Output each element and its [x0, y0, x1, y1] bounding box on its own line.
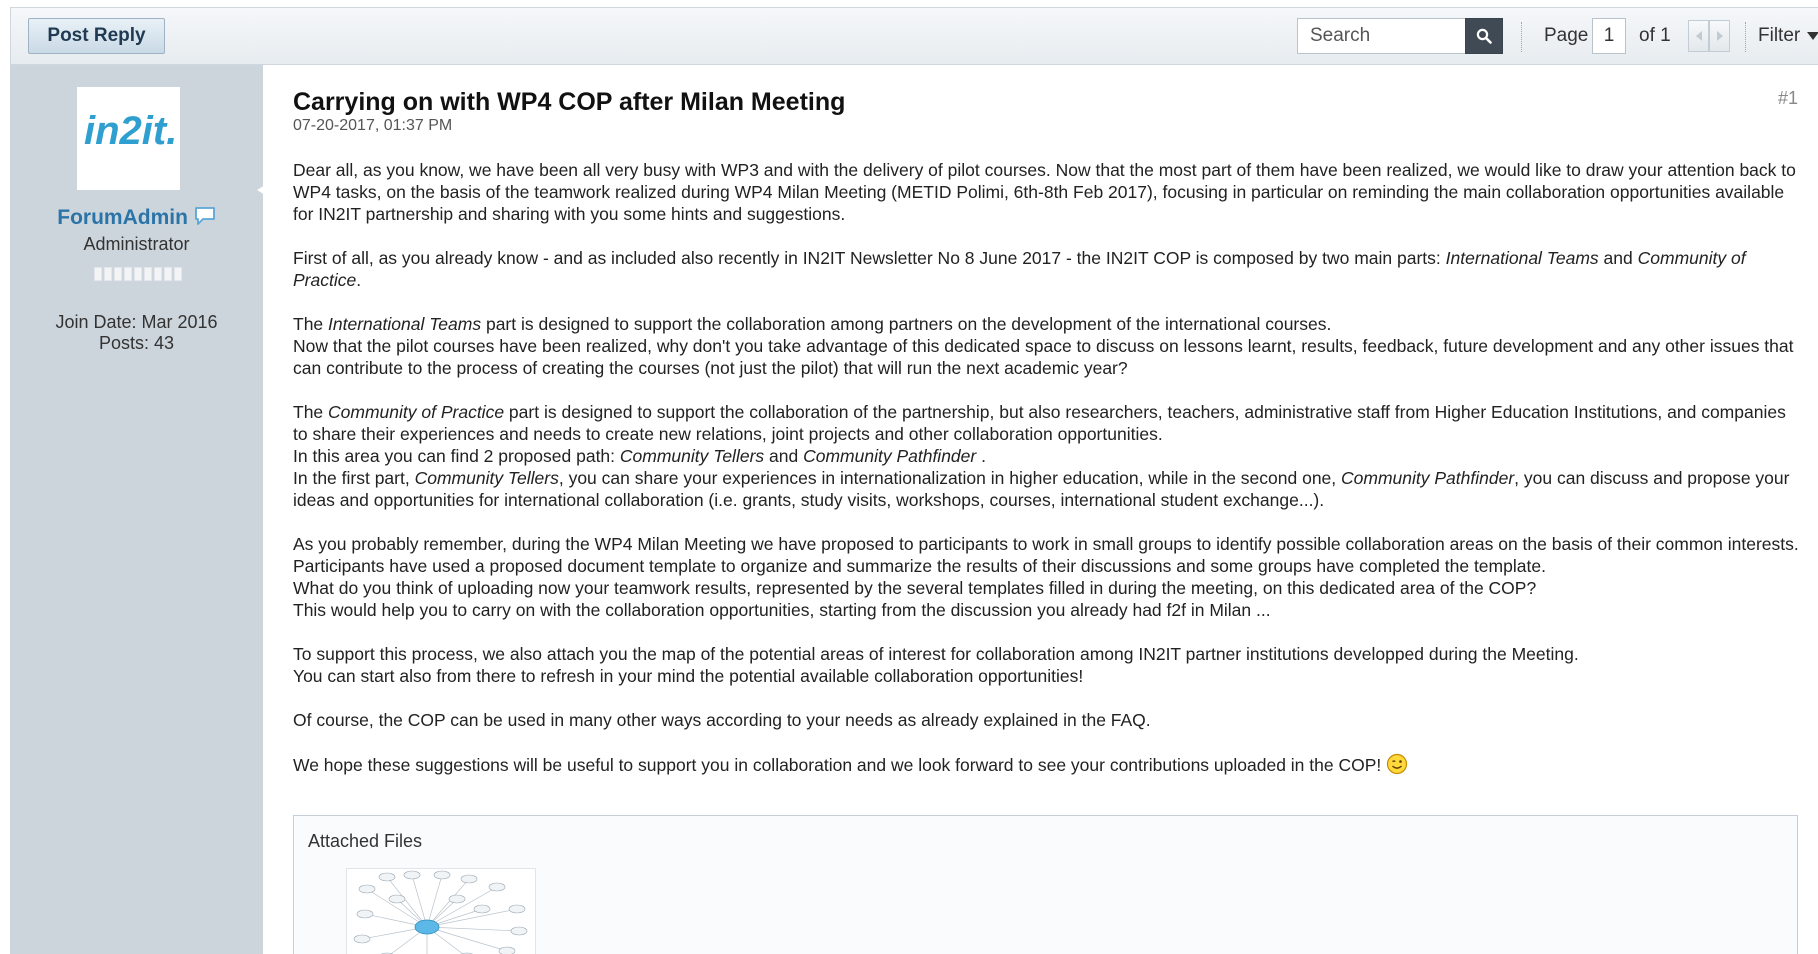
paragraph: Dear all, as you know, we have been all … [293, 160, 1796, 224]
paragraph: First of all, as you already know - and … [293, 248, 1746, 290]
post-body: Dear all, as you know, we have been all … [293, 159, 1803, 776]
post-number-link[interactable]: #1 [1778, 88, 1798, 109]
caret-down-icon [1807, 32, 1818, 40]
paragraph: To support this process, we also attach … [293, 644, 1579, 686]
filter-dropdown[interactable]: Filter [1758, 25, 1818, 47]
page-total: of 1 [1639, 25, 1671, 46]
join-date: Join Date: Mar 2016 [55, 312, 218, 332]
page-label: Page [1544, 25, 1589, 46]
attached-files-panel: Attached Files [293, 815, 1798, 954]
paragraph: As you probably remember, during the WP4… [293, 534, 1799, 620]
chat-bubble-icon[interactable] [194, 206, 216, 226]
attached-files-label: Attached Files [308, 831, 423, 851]
post-date: 07-20-2017, 01:37 PM [293, 117, 453, 134]
user-info-sidebar: in2it. ForumAdmin Administrator Join Dat… [10, 65, 273, 954]
post-reply-button[interactable]: Post Reply [28, 18, 165, 54]
svg-text:in2it.: in2it. [84, 109, 177, 153]
user-title: Administrator [83, 234, 190, 254]
chevron-right-icon [1716, 31, 1723, 41]
filter-label: Filter [1758, 25, 1801, 46]
attachment-thumbnail[interactable] [346, 868, 536, 954]
toolbar-divider [1745, 22, 1746, 52]
post-content: Carrying on with WP4 COP after Milan Mee… [263, 65, 1818, 954]
chevron-left-icon [1695, 31, 1702, 41]
thread-toolbar: Post Reply Page of 1 Filter [10, 7, 1818, 65]
search-icon [1476, 28, 1492, 44]
wink-smiley-icon [1387, 753, 1408, 775]
previous-page-button[interactable] [1688, 20, 1709, 52]
username-row: ForumAdmin [10, 206, 263, 230]
reputation-bar [94, 267, 186, 281]
search-input[interactable] [1297, 18, 1465, 54]
in2it-logo: in2it. [84, 109, 177, 153]
username-link[interactable]: ForumAdmin [57, 206, 188, 229]
paragraph: The Community of Practice part is design… [293, 402, 1790, 510]
paragraph: We hope these suggestions will be useful… [293, 753, 1803, 776]
paragraph: Of course, the COP can be used in many o… [293, 710, 1151, 730]
mind-map-thumbnail-image [353, 870, 528, 954]
search-button[interactable] [1465, 18, 1503, 54]
avatar[interactable]: in2it. [77, 87, 180, 190]
next-page-button[interactable] [1709, 20, 1730, 52]
post-title: Carrying on with WP4 COP after Milan Mee… [293, 88, 846, 116]
post-count: Posts: 43 [98, 333, 175, 353]
page-number-input[interactable] [1592, 18, 1626, 54]
paragraph: The International Teams part is designed… [293, 314, 1794, 378]
toolbar-divider [1521, 22, 1522, 52]
